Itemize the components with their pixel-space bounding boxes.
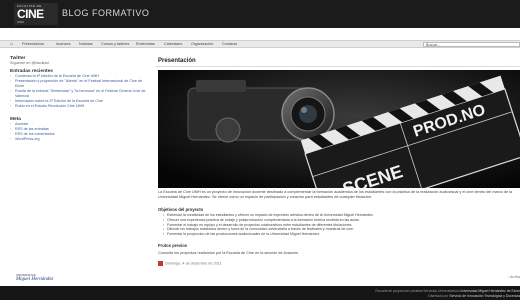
nav-item-contacto[interactable]: Contacto <box>222 42 237 47</box>
meta-link-wordpress[interactable]: WordPress.org <box>15 137 40 141</box>
footer-line-2-text: Diseñado por <box>428 293 450 298</box>
meta-link-acceder[interactable]: Acceder <box>15 122 29 126</box>
nav-item-calendario[interactable]: Calendario <box>164 42 182 47</box>
nav-item-avances[interactable]: Avances <box>56 42 71 47</box>
recent-post-link[interactable]: Ruido en el Estudio Revolución Cine UMH <box>15 104 84 108</box>
recent-post-link[interactable]: Rueda de la entrada "Sentencias" y "la h… <box>15 89 145 98</box>
footer-university-link[interactable]: Universidad Miguel Hernández de Elche <box>459 289 520 293</box>
page-title: Presentación <box>158 58 196 64</box>
recent-post-item[interactable]: › Ruido en el Estudio Revolución Cine UMH <box>10 104 150 109</box>
site-header: FACULTAD DE CINE UMH BLOG FORMATIVO <box>0 0 520 28</box>
objectives-list: Estimular la creatividad de los estudian… <box>163 213 518 237</box>
nav-item-entrevistas[interactable]: Entrevistas <box>136 42 155 47</box>
post-date: Domingo, 4 de diciembre de 2011 <box>158 261 222 266</box>
meta-link-rss-entries[interactable]: RSS de las entradas <box>15 127 49 131</box>
recent-post-link[interactable]: Comienza la 4ª edición de la Escuela de … <box>15 74 99 78</box>
recent-post-link[interactable]: Información sobre la 3ª Edición de la Es… <box>15 99 103 103</box>
bullet-icon: › <box>10 104 12 108</box>
search-placeholder: Buscar... <box>426 43 440 47</box>
home-icon[interactable]: ⌂ <box>10 42 15 47</box>
blog-title: BLOG FORMATIVO <box>62 8 150 18</box>
nav-item-presentacion[interactable]: Presentación <box>22 42 44 47</box>
bullet-icon: › <box>10 79 12 83</box>
recent-post-item[interactable]: › Rueda de la entrada "Sentencias" y "la … <box>10 89 150 99</box>
university-logo[interactable]: UNIVERSITAS Miguel Hernández <box>16 273 56 285</box>
search-input[interactable]: Buscar... <box>423 42 520 47</box>
objective-item: Fomentar la proyección de las produccion… <box>163 232 518 237</box>
footer-line-2: Diseñado por Servicio de Innovación Tecn… <box>428 294 520 298</box>
main-nav: ⌂ Presentación Avances Noticias Cursos y… <box>0 40 520 48</box>
title-divider <box>155 66 520 67</box>
post-date-text: Domingo, 4 de diciembre de 2011 <box>165 261 222 266</box>
intro-paragraph: La Escuela de Cine UMH es un proyecto de… <box>158 190 513 199</box>
meta-item[interactable]: › WordPress.org <box>10 137 150 142</box>
meta-list: › Acceder › RSS de las entradas › RSS de lo… <box>10 122 150 142</box>
sidebar: Twitter Sígueme en @facultad Entradas re… <box>10 54 150 142</box>
results-paragraph: Consulta los proyectos realizados por la… <box>158 251 299 255</box>
sidebar-twitter-link[interactable]: Sígueme en @facultad <box>10 61 150 65</box>
footer-line-1: Escuela de proyección creativa Servicios… <box>375 289 520 293</box>
calendar-icon <box>158 261 163 266</box>
nav-item-noticias[interactable]: Noticias <box>79 42 93 47</box>
results-heading: Frutos previos <box>158 243 188 248</box>
university-logo-line2: Miguel Hernández <box>16 277 54 282</box>
recent-post-link[interactable]: Presentación y proyección de "Aliento" e… <box>15 79 142 88</box>
footer-bar: Escuela de proyección creativa Servicios… <box>0 286 520 300</box>
hero-image: PROD.NO SCENE <box>158 70 520 188</box>
nav-item-cursos[interactable]: Cursos y talleres <box>101 42 129 47</box>
recent-posts-list: › Comienza la 4ª edición de la Escuela de… <box>10 74 150 109</box>
nav-item-organizacion[interactable]: Organización <box>191 42 213 47</box>
main-content: Presentación PROD.NO SCENE La Escuela de… <box>155 54 520 266</box>
clapperboard-camera-illustration: PROD.NO SCENE <box>158 70 520 188</box>
bullet-icon: › <box>10 89 12 93</box>
recent-post-item[interactable]: › Presentación y proyección de "Aliento" … <box>10 79 150 89</box>
objectives-heading: Objetivos del proyecto <box>158 207 204 212</box>
bullet-icon: › <box>10 137 12 141</box>
footer-line-1-text: Escuela de proyección creativa Servicios… <box>375 289 460 293</box>
back-to-top-link[interactable]: ↑ Arriba <box>507 275 520 279</box>
camera-body <box>187 80 335 143</box>
logo-big-text: CINE <box>17 7 44 21</box>
site-logo[interactable]: FACULTAD DE CINE UMH <box>14 3 58 25</box>
logo-sub-text: UMH <box>17 20 24 24</box>
meta-link-rss-comments[interactable]: RSS de los comentarios <box>15 132 55 136</box>
footer-service-link[interactable]: Servicio de Innovación Tecnológica y Doc… <box>449 294 520 298</box>
